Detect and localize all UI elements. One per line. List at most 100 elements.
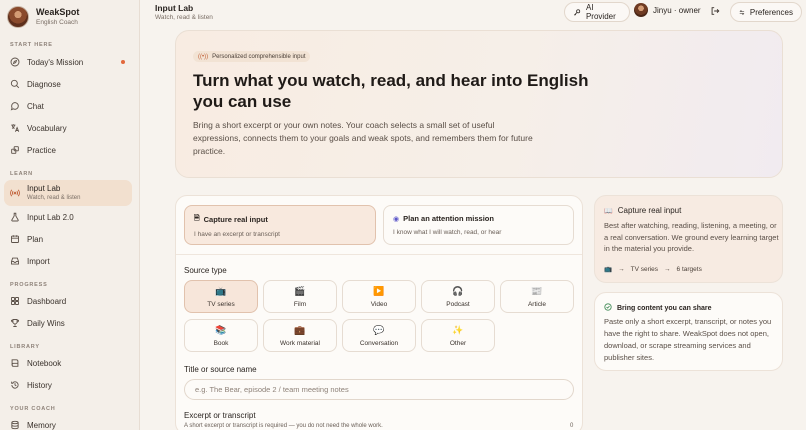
mode-subtitle: I have an excerpt or transcript (194, 231, 280, 238)
section-start-here: START HERE (10, 42, 53, 48)
mode-title: Plan an attention mission (403, 214, 494, 223)
notebook-icon (10, 358, 20, 368)
meta-source-type: TV series (630, 265, 659, 273)
speech-bubble-icon: 💬 (373, 324, 385, 335)
sidebar-item-todays-mission[interactable]: Today's Mission (4, 52, 132, 72)
broadcast-icon (10, 188, 20, 198)
sidebar-item-daily-wins[interactable]: Daily Wins (4, 313, 132, 333)
sidebar-item-notebook[interactable]: Notebook (4, 353, 132, 373)
sidebar-item-vocabulary[interactable]: Vocabulary (4, 118, 132, 138)
share-info-card: Bring content you can share Paste only a… (594, 292, 783, 371)
sidebar-item-label: Today's Mission (27, 57, 84, 67)
source-type-label-text: Video (370, 300, 388, 308)
history-icon (10, 380, 20, 390)
page-subtitle: Watch, read & listen (155, 14, 213, 21)
source-type-film[interactable]: 🎬 Film (263, 280, 337, 313)
sidebar-item-input-lab-2[interactable]: Input Lab 2.0 (4, 207, 132, 227)
ai-provider-button[interactable]: AI Provider (564, 2, 630, 22)
newspaper-icon: 📰 (531, 285, 543, 296)
sparkles-icon: ✨ (452, 324, 464, 335)
calendar-icon (10, 234, 20, 244)
source-type-label-text: Work material (280, 339, 320, 347)
sidebar: WeakSpot English Coach START HERE Today'… (0, 0, 140, 430)
sidebar-item-history[interactable]: History (4, 375, 132, 395)
top-bar: Input Lab Watch, read & listen AI Provid… (141, 0, 806, 24)
source-type-video[interactable]: ▶️ Video (342, 280, 416, 313)
mode-plan-attention-mission[interactable]: ◉ Plan an attention mission I know what … (383, 205, 574, 245)
character-count: 0 (570, 423, 574, 429)
compass-icon (10, 57, 20, 67)
card-body: Best after watching, reading, listening,… (604, 221, 779, 253)
source-type-conversation[interactable]: 💬 Conversation (342, 319, 416, 352)
brand-subtitle: English Coach (36, 19, 78, 26)
section-library: LIBRARY (10, 344, 40, 350)
sidebar-item-label: Dashboard (27, 296, 67, 306)
preferences-button[interactable]: Preferences (730, 2, 802, 22)
shield-check-icon (604, 303, 612, 313)
source-type-label-text: Conversation (359, 339, 399, 347)
source-type-label-text: Article (527, 300, 547, 308)
source-type-label-text: Podcast (446, 300, 470, 308)
sidebar-item-label: Import (27, 256, 50, 266)
sidebar-item-dashboard[interactable]: Dashboard (4, 291, 132, 311)
mode-capture-real-input[interactable]: 🗎 Capture real input I have an excerpt o… (184, 205, 376, 245)
sidebar-item-label: Notebook (27, 358, 62, 368)
capture-info-card: 📖 Capture real input Best after watching… (594, 195, 783, 283)
sidebar-item-label: Input Lab (27, 184, 61, 193)
key-icon (573, 8, 581, 16)
title-input[interactable] (184, 379, 574, 400)
avatar (634, 3, 648, 17)
sidebar-item-practice[interactable]: Practice (4, 140, 132, 160)
card-title: Bring content you can share (617, 304, 712, 312)
hero-badge: ((•)) Personalized comprehensible input (193, 51, 311, 62)
sliders-icon (739, 9, 745, 15)
sidebar-item-memory[interactable]: Memory (4, 415, 132, 430)
user-menu[interactable]: Jinyu · owner (634, 3, 701, 17)
source-type-label-text: Other (449, 339, 467, 347)
translate-icon (10, 123, 20, 133)
source-type-tv-series[interactable]: 📺 TV series (184, 280, 258, 313)
sidebar-item-plan[interactable]: Plan (4, 229, 132, 249)
tv-icon: 📺 (215, 285, 227, 296)
sidebar-item-label: Vocabulary (27, 123, 67, 133)
brand-name: WeakSpot (36, 7, 80, 17)
document-icon: 🗎 (194, 215, 200, 222)
source-type-other[interactable]: ✨ Other (421, 319, 495, 352)
sidebar-item-import[interactable]: Import (4, 251, 132, 271)
section-learn: LEARN (10, 171, 33, 177)
card-meta: 📺 → TV series → 6 targets (604, 265, 708, 274)
sidebar-item-input-lab[interactable]: Input Lab Watch, read & listen (4, 180, 132, 206)
divider (176, 254, 582, 255)
chat-bubble-icon (10, 101, 20, 111)
hero-body: Bring a short excerpt or your own notes.… (193, 120, 533, 156)
hero-badge-label: Personalized comprehensible input (212, 53, 306, 60)
logout-icon[interactable] (710, 6, 720, 16)
notification-dot (121, 60, 125, 64)
source-type-book[interactable]: 📚 Book (184, 319, 258, 352)
sidebar-item-chat[interactable]: Chat (4, 96, 132, 116)
ai-provider-label: AI Provider (585, 3, 616, 21)
source-type-label: Source type (184, 266, 227, 275)
sidebar-item-sublabel: Watch, read & listen (27, 195, 81, 201)
inbox-icon (10, 256, 20, 266)
source-type-label-text: TV series (207, 300, 235, 308)
brand-avatar (7, 6, 29, 28)
arrow-right-icon: → (618, 265, 625, 273)
source-type-article[interactable]: 📰 Article (500, 280, 574, 313)
user-name: Jinyu · owner (653, 5, 701, 15)
mode-subtitle: I know what I will watch, read, or hear (393, 229, 502, 236)
tv-icon: 📺 (604, 266, 613, 273)
source-type-work-material[interactable]: 💼 Work material (263, 319, 337, 352)
title-field-label: Title or source name (184, 365, 257, 374)
arrow-right-icon: → (664, 265, 671, 273)
source-type-podcast[interactable]: 🎧 Podcast (421, 280, 495, 313)
section-progress: PROGRESS (10, 282, 48, 288)
sidebar-item-diagnose[interactable]: Diagnose (4, 74, 132, 94)
clapperboard-icon: 🎬 (294, 285, 306, 296)
section-your-coach: YOUR COACH (10, 406, 56, 412)
broadcast-icon: ((•)) (198, 53, 209, 60)
briefcase-icon: 💼 (294, 324, 306, 335)
source-type-label-text: Film (293, 300, 307, 308)
brand[interactable]: WeakSpot English Coach (7, 6, 79, 28)
meta-target-count: 6 targets (676, 265, 702, 273)
